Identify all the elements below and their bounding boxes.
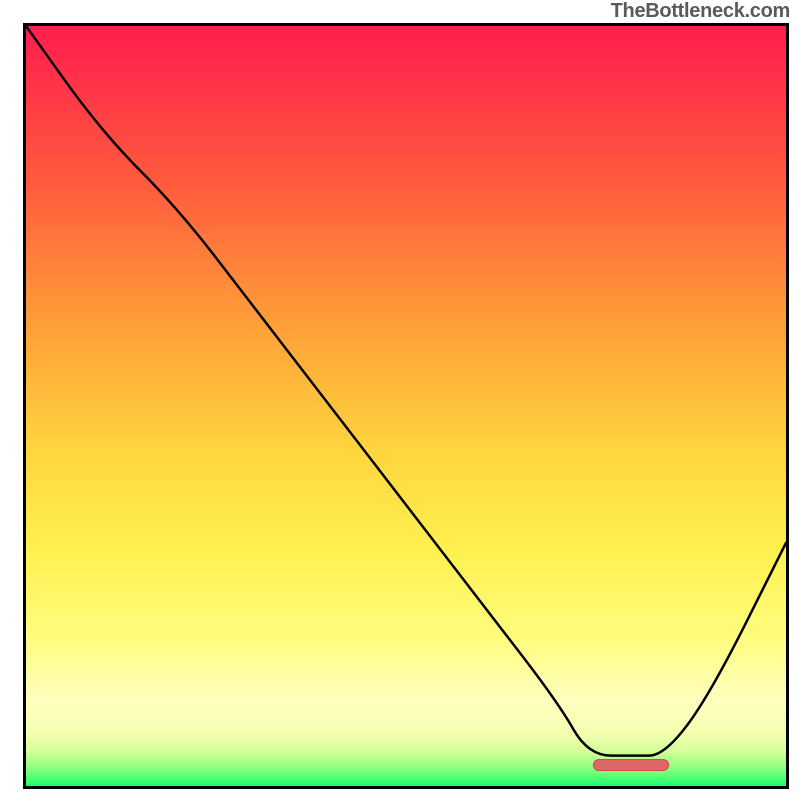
chart-canvas: TheBottleneck.com: [0, 0, 800, 800]
optimal-range-marker: [593, 759, 670, 771]
watermark-text: TheBottleneck.com: [611, 0, 790, 23]
bottleneck-curve: [26, 26, 786, 786]
plot-frame: [23, 23, 789, 789]
